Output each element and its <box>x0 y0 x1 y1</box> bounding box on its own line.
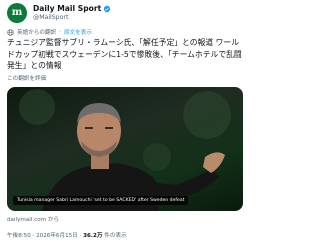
manager-photo <box>19 89 231 211</box>
name-line: Daily Mail Sport <box>33 4 111 13</box>
tweet-header: m Daily Mail Sport @MailSport <box>7 3 243 25</box>
avatar[interactable]: m <box>7 3 27 23</box>
globe-icon <box>7 28 14 36</box>
link-source[interactable]: dailymail.com から <box>7 215 59 223</box>
translation-notice: 英語からの翻訳 · 原文を表示 <box>7 28 92 36</box>
handle[interactable]: @MailSport <box>33 14 68 21</box>
view-count: 36.2万 <box>83 233 103 239</box>
rate-translation-link[interactable]: この翻訳を評価 <box>7 74 46 82</box>
verified-badge-icon <box>103 5 111 12</box>
link-card-caption: Tunisia manager Sabri Lamouchi 'set to b… <box>13 196 189 205</box>
tweet-meta: 午後8:50 · 2026年6月15日 · 36.2万 件の表示 <box>7 231 127 239</box>
link-card-image[interactable]: Tunisia manager Sabri Lamouchi 'set to b… <box>7 87 243 211</box>
translation-label: 英語からの翻訳 <box>17 30 57 36</box>
separator: · <box>59 29 61 35</box>
display-name[interactable]: Daily Mail Sport <box>33 4 101 13</box>
views-label: 件の表示 <box>102 233 127 239</box>
timestamp[interactable]: 午後8:50 · 2026年6月15日 · <box>7 233 83 239</box>
tweet-text: チュニジア監督サブリ・ラムーシ氏、「解任予定」との報道 ワールドカップ初戦でスウ… <box>7 38 242 70</box>
show-original-link[interactable]: 原文を表示 <box>64 28 92 36</box>
